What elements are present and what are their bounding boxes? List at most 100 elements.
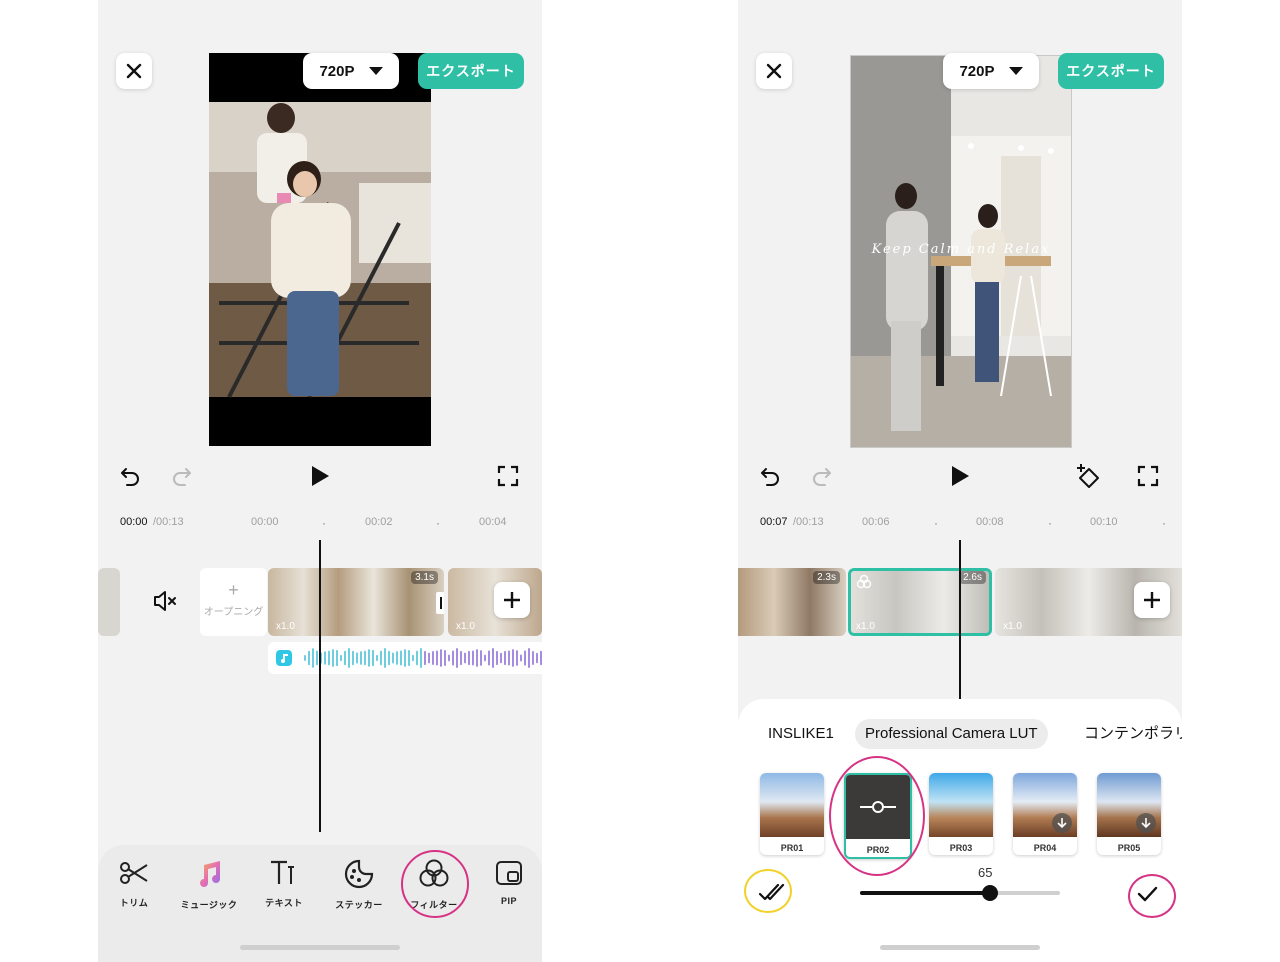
tool-trim[interactable]: トリム: [98, 859, 170, 909]
waveform-bar: [396, 651, 398, 665]
filter-category-tab-selected[interactable]: Professional Camera LUT: [855, 719, 1048, 749]
tool-text[interactable]: テキスト: [248, 859, 320, 909]
speaker-mute-icon: [154, 591, 176, 611]
waveform-bar: [364, 650, 366, 666]
export-button[interactable]: エクスポート: [418, 53, 524, 89]
video-frame-image: [209, 53, 431, 446]
waveform-bar: [356, 652, 358, 664]
tool-label: ステッカー: [335, 900, 383, 910]
tick-label: 00:04: [479, 516, 507, 528]
add-clip-button[interactable]: [494, 582, 530, 618]
editor-screen-filter: Keep Calm and Relax 720P エクスポート 00:07 /0…: [738, 0, 1182, 962]
keyframe-add-icon: [1077, 464, 1099, 488]
waveform-bar: [504, 650, 506, 666]
waveform-bar: [528, 648, 530, 668]
play-button[interactable]: [944, 460, 976, 492]
waveform-bar: [348, 648, 350, 668]
export-button[interactable]: エクスポート: [1058, 53, 1164, 89]
tick-dot: ·: [1162, 516, 1166, 530]
waveform-bar: [388, 650, 390, 666]
filter-thumbnail[interactable]: PR04: [1013, 773, 1077, 855]
add-clip-button[interactable]: [1134, 582, 1170, 618]
highlight-circle: [829, 756, 925, 876]
tool-label: トリム: [119, 898, 149, 908]
waveform-bar: [312, 648, 314, 668]
tool-music[interactable]: ミュージック: [173, 859, 245, 911]
opening-add-button[interactable]: + オープニング: [200, 568, 267, 636]
filter-thumbnail[interactable]: PR03: [929, 773, 993, 855]
clip-duration-badge: 2.6s: [959, 571, 986, 584]
audio-track[interactable]: [268, 642, 542, 674]
video-preview[interactable]: Keep Calm and Relax: [850, 55, 1072, 448]
editor-screen-main: 720P エクスポート 00:00 /00:13 00:00 · 00:02 ·…: [98, 0, 542, 962]
home-indicator: [880, 945, 1040, 950]
clip-duration-badge: 2.3s: [813, 571, 840, 584]
audio-waveform: [304, 648, 542, 668]
filter-thumbnail[interactable]: PR05: [1097, 773, 1161, 855]
waveform-bar: [540, 650, 542, 666]
tool-pip[interactable]: PIP: [473, 859, 542, 906]
video-clip[interactable]: 3.1s x1.0: [268, 568, 444, 636]
waveform-bar: [344, 650, 346, 666]
fullscreen-button[interactable]: [492, 460, 524, 492]
highlight-circle: [1128, 874, 1176, 918]
waveform-bar: [472, 650, 474, 666]
close-button[interactable]: [756, 53, 792, 89]
close-button[interactable]: [116, 53, 152, 89]
undo-button[interactable]: [754, 460, 786, 492]
opening-label: オープニング: [203, 607, 264, 618]
sticker-icon: [344, 859, 374, 889]
waveform-bar: [452, 650, 454, 666]
waveform-bar: [324, 651, 326, 665]
playhead[interactable]: [319, 540, 321, 832]
play-button[interactable]: [304, 460, 336, 492]
resolution-dropdown[interactable]: 720P: [943, 53, 1039, 89]
resolution-dropdown[interactable]: 720P: [303, 53, 399, 89]
tick-dot: ·: [934, 516, 938, 530]
keyframe-button[interactable]: [1072, 460, 1104, 492]
tick-label: 00:06: [862, 516, 890, 528]
video-preview[interactable]: [209, 53, 431, 446]
download-icon: [1052, 813, 1072, 833]
clip-trim-handle[interactable]: [436, 592, 444, 614]
pip-icon: [496, 861, 522, 885]
highlight-circle: [401, 850, 469, 918]
tick-label: 00:10: [1090, 516, 1118, 528]
current-time: 00:07: [760, 516, 788, 528]
tool-sticker[interactable]: ステッカー: [323, 859, 395, 911]
intensity-slider-knob[interactable]: [982, 885, 998, 901]
waveform-bar: [308, 650, 310, 666]
tick-label: 00:08: [976, 516, 1004, 528]
fullscreen-button[interactable]: [1132, 460, 1164, 492]
plus-icon: +: [228, 580, 239, 600]
playhead[interactable]: [959, 540, 961, 700]
redo-button[interactable]: [166, 460, 198, 492]
close-icon: [766, 63, 782, 79]
plus-icon: [504, 592, 520, 608]
waveform-bar: [448, 654, 450, 662]
filter-thumbnail[interactable]: PR01: [760, 773, 824, 855]
tool-label: PIP: [500, 896, 517, 906]
waveform-bar: [376, 654, 378, 662]
mute-button[interactable]: [152, 588, 178, 619]
waveform-bar: [384, 648, 386, 668]
waveform-bar: [484, 654, 486, 662]
filter-label: PR04: [1033, 843, 1057, 853]
video-clip[interactable]: 2.3s: [738, 568, 846, 636]
waveform-bar: [412, 654, 414, 662]
filter-category-tab[interactable]: コンテンポラリ: [1084, 719, 1182, 749]
intensity-slider[interactable]: [860, 885, 1060, 901]
clip-thumbnail[interactable]: [98, 568, 120, 636]
waveform-bar: [432, 651, 434, 665]
waveform-bar: [416, 650, 418, 666]
redo-button[interactable]: [806, 460, 838, 492]
video-clip-selected[interactable]: 2.6s x1.0: [848, 568, 992, 636]
undo-button[interactable]: [114, 460, 146, 492]
redo-icon: [813, 468, 831, 486]
waveform-bar: [464, 652, 466, 664]
waveform-bar: [480, 650, 482, 666]
clip-duration-badge: 3.1s: [411, 571, 438, 584]
resolution-label: 720P: [959, 62, 995, 80]
home-indicator: [240, 945, 400, 950]
filter-category-tab[interactable]: INSLIKE1: [768, 719, 834, 749]
